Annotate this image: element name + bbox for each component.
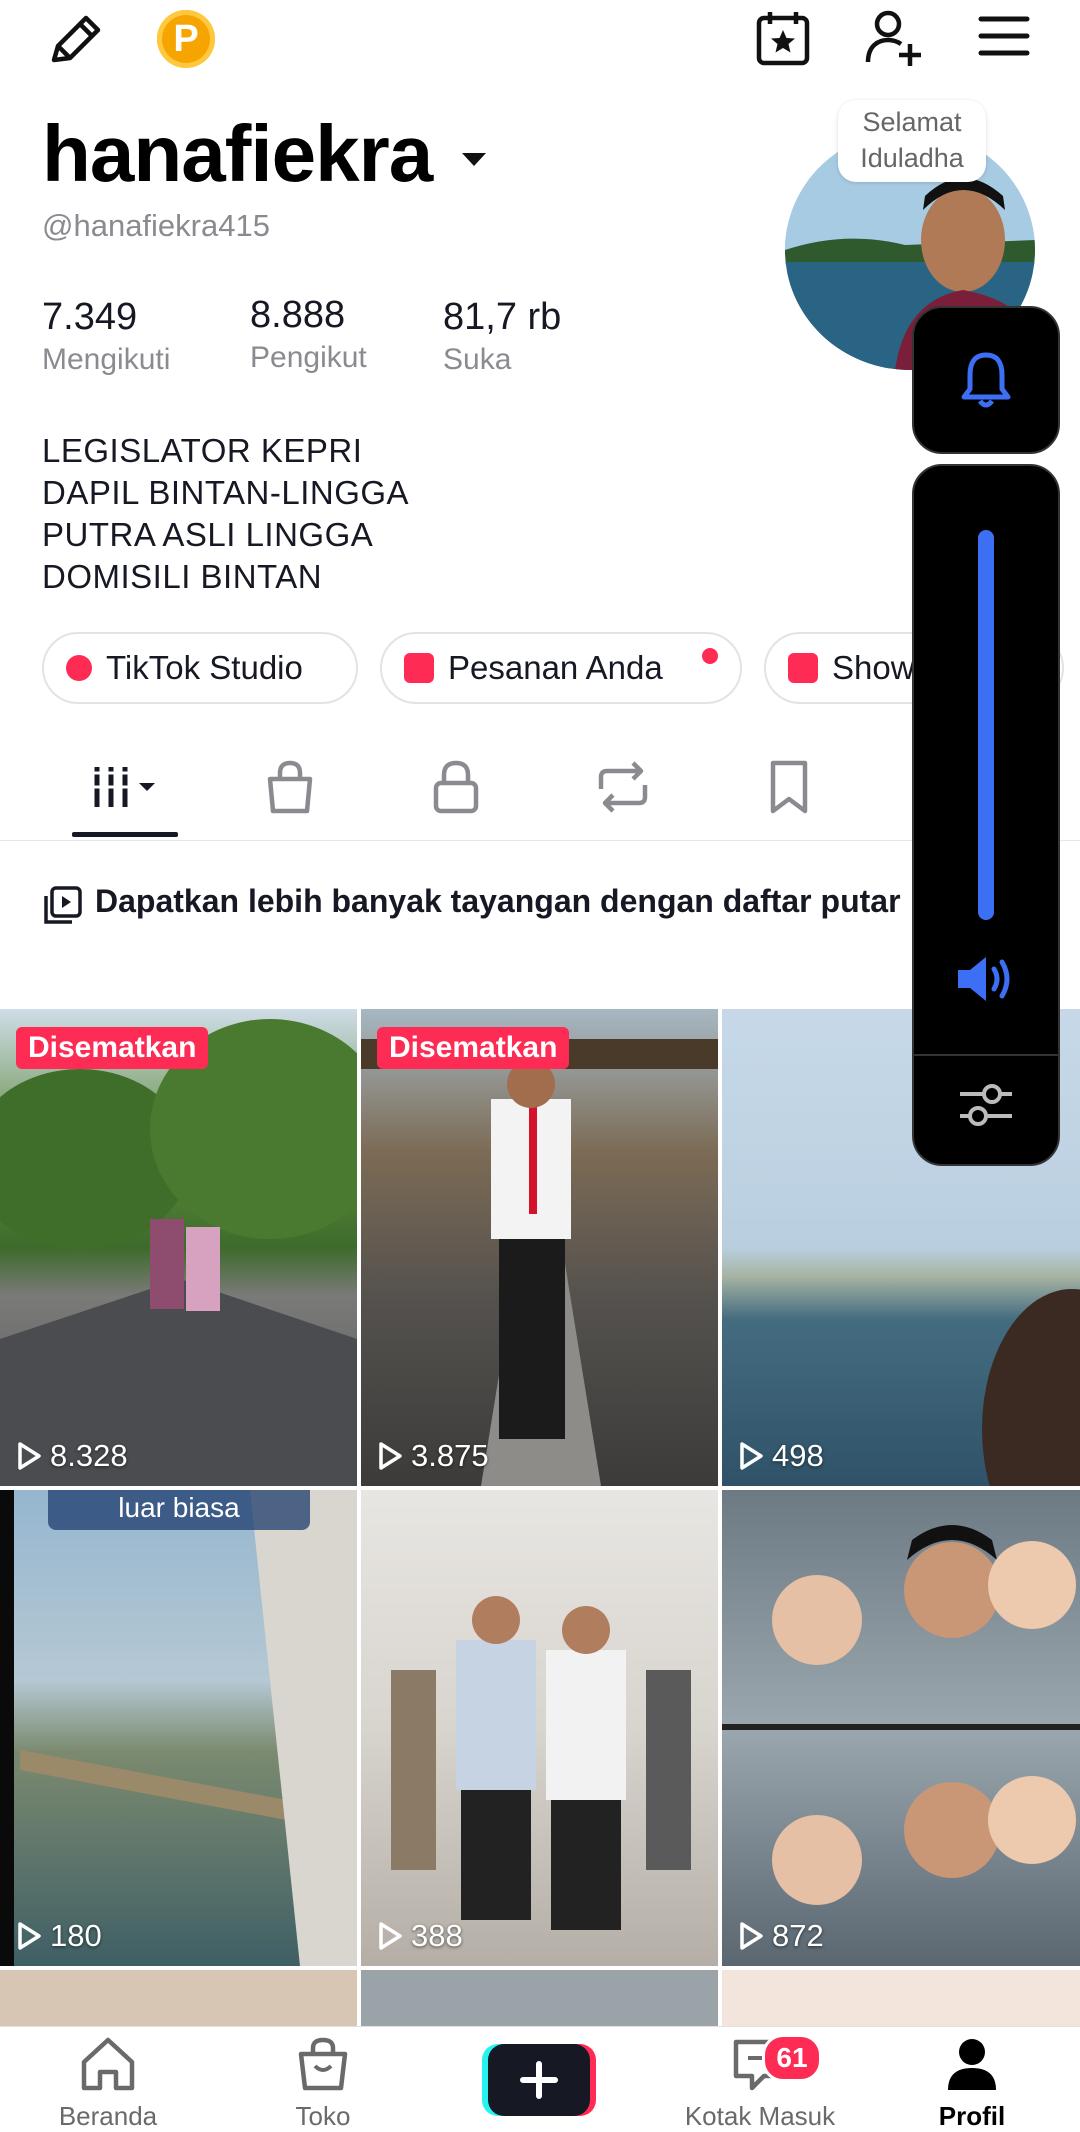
pill-label: Show xyxy=(832,649,915,686)
view-count: 8.328 xyxy=(16,1438,128,1474)
tab-private[interactable] xyxy=(416,752,496,822)
active-tab-indicator xyxy=(72,832,178,837)
divider xyxy=(914,1054,1058,1056)
stat-value: 8.888 xyxy=(250,294,346,336)
play-icon xyxy=(379,1442,402,1470)
play-icon xyxy=(379,1922,402,1950)
view-count-text: 498 xyxy=(772,1438,824,1473)
pill-label: Pesanan Anda xyxy=(448,649,663,686)
handle: @hanafiekra415 xyxy=(42,208,270,243)
view-count: 180 xyxy=(16,1918,102,1954)
video-thumbnail[interactable] xyxy=(0,1970,357,2030)
tab-videos[interactable] xyxy=(85,752,165,822)
stat-value: 81,7 rb xyxy=(443,296,562,338)
tab-shop[interactable] xyxy=(250,752,330,822)
bell-icon xyxy=(961,352,1011,408)
view-count-text: 180 xyxy=(50,1918,102,1953)
nav-label: Profil xyxy=(938,2101,1006,2131)
username-text: hanafiekra xyxy=(42,109,433,198)
view-count-text: 3.875 xyxy=(411,1438,489,1473)
nav-home[interactable]: Beranda xyxy=(33,2036,183,2132)
play-icon xyxy=(18,1442,41,1470)
tiktok-studio-button[interactable]: TikTok Studio xyxy=(42,632,358,704)
bio: LEGISLATOR KEPRI DAPIL BINTAN-LINGGA PUT… xyxy=(42,430,409,598)
notification-dot xyxy=(702,648,718,664)
stat-label: Mengikuti xyxy=(42,343,171,376)
shopping-bag-icon xyxy=(404,653,434,683)
nav-label: Toko xyxy=(295,2101,351,2131)
profile-icon xyxy=(948,2039,996,2090)
video-thumbnail[interactable] xyxy=(722,1970,1080,2030)
avatar-note: Selamat Iduladha xyxy=(838,100,986,182)
nav-label: Beranda xyxy=(58,2101,158,2131)
view-count: 388 xyxy=(377,1918,463,1954)
stat-following[interactable]: 7.349 Mengikuti xyxy=(42,296,170,377)
username[interactable]: hanafiekra xyxy=(42,108,489,200)
view-count-text: 388 xyxy=(411,1918,463,1953)
pinned-badge: Disematkan xyxy=(16,1027,209,1069)
calendar-star-icon[interactable] xyxy=(754,8,812,68)
play-icon xyxy=(18,1922,41,1950)
menu-icon[interactable] xyxy=(978,14,1030,58)
create-button-face xyxy=(488,2044,590,2116)
volume-panel xyxy=(912,464,1060,1166)
home-icon xyxy=(81,2037,135,2091)
video-thumbnail[interactable]: Disematkan 3.875 xyxy=(361,1009,718,1486)
tab-saved[interactable] xyxy=(749,752,829,822)
caret-down-icon xyxy=(462,152,487,166)
create-button[interactable] xyxy=(482,2044,596,2116)
nav-label: Kotak Masuk xyxy=(684,2101,836,2131)
volume-slider[interactable] xyxy=(978,530,994,920)
nav-profile[interactable]: Profil xyxy=(897,2036,1047,2132)
shop-icon xyxy=(298,2037,348,2091)
bio-line: DOMISILI BINTAN xyxy=(42,558,323,595)
video-thumbnail[interactable]: Disematkan 8.328 xyxy=(0,1009,357,1486)
ringer-mode-button[interactable] xyxy=(912,306,1060,454)
bio-line: PUTRA ASLI LINGGA xyxy=(42,516,374,553)
video-thumbnail[interactable]: 388 xyxy=(361,1490,718,1966)
stat-label: Suka xyxy=(443,343,512,376)
stat-likes[interactable]: 81,7 rb Suka xyxy=(443,296,561,377)
sound-settings-icon[interactable] xyxy=(958,1080,1014,1135)
view-count: 872 xyxy=(738,1918,824,1954)
bio-line: DAPIL BINTAN-LINGGA xyxy=(42,474,410,511)
nav-shop[interactable]: Toko xyxy=(248,2036,398,2132)
stat-label: Pengikut xyxy=(250,341,367,374)
stat-value: 7.349 xyxy=(42,296,138,338)
orders-button[interactable]: Pesanan Anda xyxy=(380,632,742,704)
repost-icon xyxy=(598,761,648,813)
video-thumbnail[interactable] xyxy=(361,1970,718,2030)
edit-pencil-icon[interactable] xyxy=(46,12,104,66)
playlist-banner[interactable]: Dapatkan lebih banyak tayangan dengan da… xyxy=(95,880,925,922)
top-bar: P xyxy=(0,0,1080,80)
shop-bag-icon xyxy=(267,760,313,814)
volume-level xyxy=(978,530,994,920)
playlist-icon xyxy=(44,886,82,924)
pinned-badge: Disematkan xyxy=(377,1027,570,1069)
bio-line: LEGISLATOR KEPRI xyxy=(42,432,363,469)
view-count: 498 xyxy=(738,1438,824,1474)
tab-reposts[interactable] xyxy=(583,752,663,822)
plus-icon xyxy=(520,2061,558,2099)
speaker-icon[interactable] xyxy=(956,954,1018,1009)
video-caption: luar biasa xyxy=(48,1490,310,1530)
coin-icon[interactable]: P xyxy=(157,10,215,68)
video-thumbnail[interactable]: luar biasa 180 xyxy=(0,1490,357,1966)
play-icon xyxy=(740,1922,763,1950)
view-count: 3.875 xyxy=(377,1438,489,1474)
video-thumbnail[interactable]: 872 xyxy=(722,1490,1080,1966)
studio-icon xyxy=(66,655,92,681)
inbox-badge: 61 xyxy=(762,2034,822,2082)
lock-icon xyxy=(433,760,479,814)
play-icon xyxy=(740,1442,763,1470)
stat-followers[interactable]: 8.888 Pengikut xyxy=(250,294,367,375)
bookmark-icon xyxy=(770,760,808,814)
pill-label: TikTok Studio xyxy=(106,649,303,686)
view-count-text: 8.328 xyxy=(50,1438,128,1473)
view-count-text: 872 xyxy=(772,1918,824,1953)
shopping-bag-icon xyxy=(788,653,818,683)
add-friend-icon[interactable] xyxy=(864,8,924,68)
